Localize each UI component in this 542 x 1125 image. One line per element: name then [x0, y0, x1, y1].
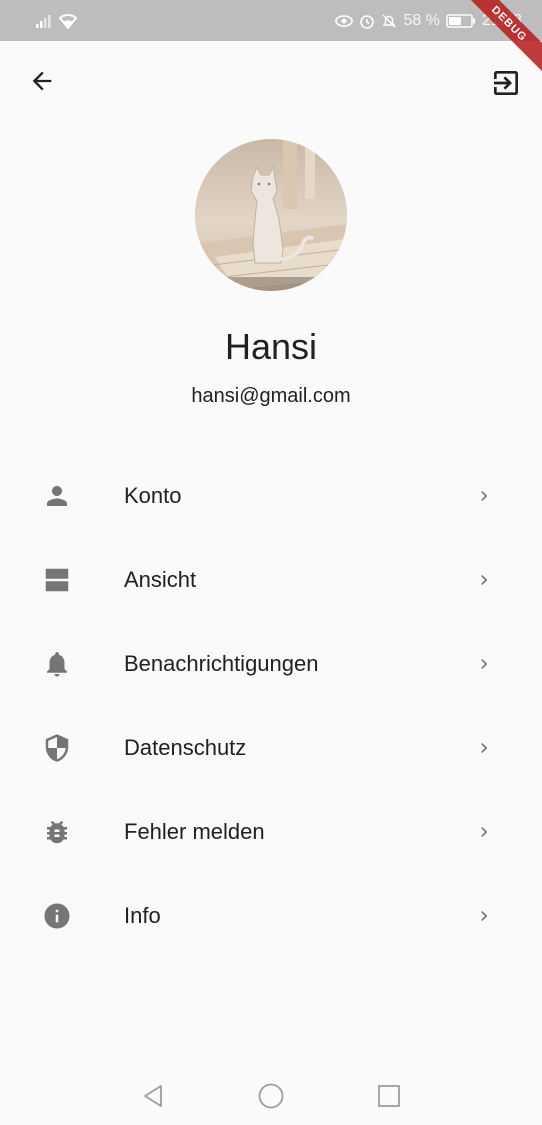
- system-nav-bar: [0, 1067, 542, 1125]
- menu-item-konto[interactable]: Konto: [0, 454, 542, 538]
- chevron-right-icon: [474, 820, 494, 844]
- menu-item-label: Datenschutz: [124, 735, 247, 760]
- circle-home-icon: [258, 1083, 284, 1109]
- logout-button[interactable]: [486, 63, 526, 103]
- user-email: hansi@gmail.com: [191, 385, 351, 407]
- nav-recents-button[interactable]: [374, 1081, 404, 1111]
- view-agenda-icon: [41, 564, 73, 596]
- chevron-right-icon: [474, 484, 494, 508]
- person-icon: [41, 480, 73, 512]
- square-recents-icon: [378, 1085, 400, 1107]
- menu-item-label: Info: [124, 903, 161, 928]
- battery-icon: [446, 13, 475, 28]
- menu-item-label: Konto: [124, 483, 182, 508]
- bell-icon: [41, 648, 73, 680]
- user-name: Hansi: [224, 326, 318, 367]
- arrow-left-icon: [32, 71, 52, 91]
- menu-item-ansicht[interactable]: Ansicht: [0, 538, 542, 622]
- alarm-icon: [360, 14, 375, 29]
- back-button[interactable]: [22, 61, 62, 101]
- avatar[interactable]: [195, 139, 347, 291]
- menu-item-label: Benachrichtigungen: [124, 651, 319, 676]
- nav-back-button[interactable]: [138, 1081, 168, 1111]
- app-bar: [0, 41, 542, 125]
- cat-photo-icon: [195, 139, 347, 291]
- info-icon: [41, 900, 73, 932]
- shield-icon: [41, 732, 73, 764]
- chevron-right-icon: [474, 568, 494, 592]
- chevron-right-icon: [474, 652, 494, 676]
- status-bar: 58 % 21:48: [0, 0, 542, 41]
- status-left: [36, 13, 78, 29]
- menu-item-benachrichtigungen[interactable]: Benachrichtigungen: [0, 622, 542, 706]
- menu-item-datenschutz[interactable]: Datenschutz: [0, 706, 542, 790]
- signal-icon: [36, 14, 51, 28]
- wifi-icon: [58, 13, 78, 29]
- bug-icon: [41, 816, 73, 848]
- bell-off-icon: [382, 14, 396, 27]
- chevron-right-icon: [474, 904, 494, 928]
- menu-item-fehler-melden[interactable]: Fehler melden: [0, 790, 542, 874]
- chevron-right-icon: [474, 736, 494, 760]
- eye-icon: [335, 14, 354, 27]
- exit-to-app-icon: [494, 71, 518, 95]
- menu-item-label: Fehler melden: [124, 819, 265, 844]
- settings-menu: Konto Ansicht Benachrichtigungen Datensc…: [0, 454, 542, 958]
- battery-percent: 58 %: [403, 11, 440, 29]
- triangle-back-icon: [144, 1085, 162, 1107]
- menu-item-info[interactable]: Info: [0, 874, 542, 958]
- menu-item-label: Ansicht: [124, 567, 197, 592]
- nav-home-button[interactable]: [256, 1081, 286, 1111]
